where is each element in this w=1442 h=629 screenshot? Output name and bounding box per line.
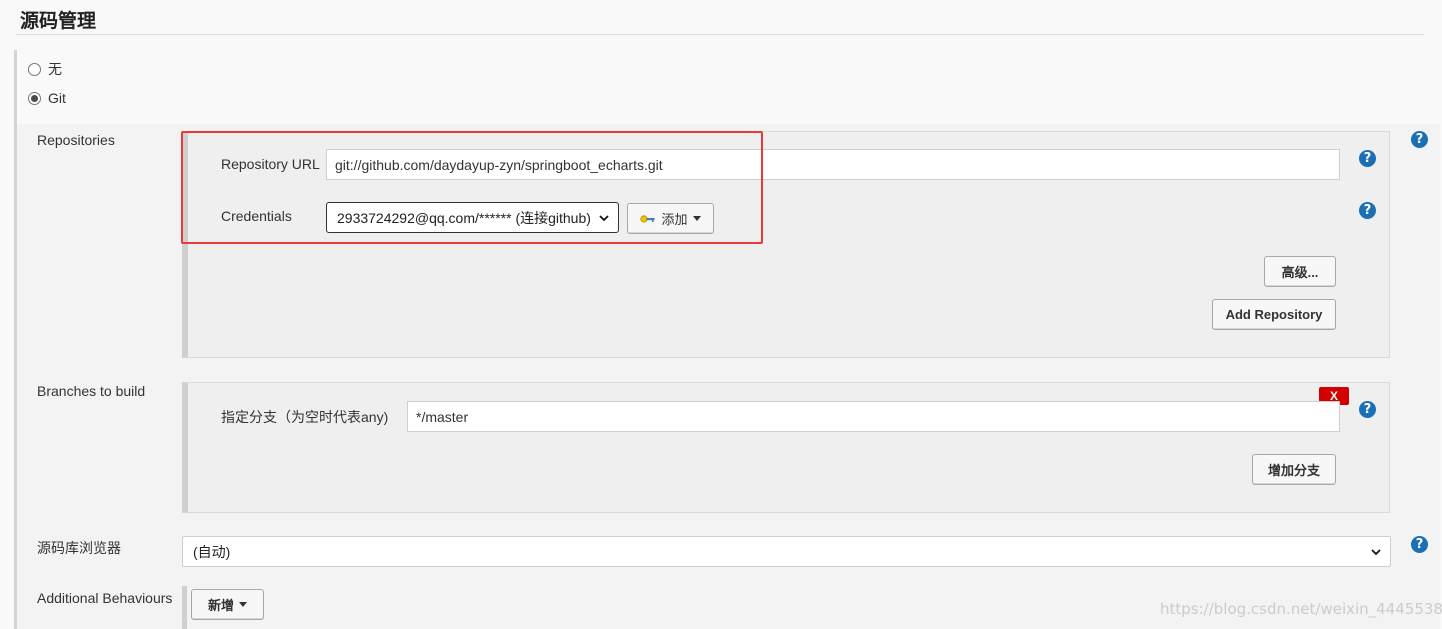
- repo-browser-value: (自动): [193, 543, 231, 560]
- advanced-button[interactable]: 高级...: [1264, 256, 1336, 287]
- add-behaviour-button[interactable]: 新增: [191, 589, 264, 620]
- branch-help-icon[interactable]: ?: [1359, 401, 1376, 418]
- add-branch-button[interactable]: 增加分支: [1252, 454, 1336, 485]
- radio-git[interactable]: [28, 91, 41, 105]
- annotation-highlight: [181, 131, 763, 244]
- radio-none[interactable]: [28, 62, 41, 76]
- watermark: https://blog.csdn.net/weixin_44455388: [1160, 600, 1442, 618]
- repositories-help-icon[interactable]: ?: [1411, 131, 1428, 148]
- branch-specifier-label: 指定分支（为空时代表any): [221, 409, 389, 425]
- repo-browser-help-icon[interactable]: ?: [1411, 536, 1428, 553]
- repo-browser-select[interactable]: (自动): [182, 536, 1391, 567]
- caret-down-icon: [239, 602, 247, 607]
- add-repository-button[interactable]: Add Repository: [1212, 299, 1336, 330]
- scm-option-none[interactable]: 无: [28, 59, 62, 79]
- repositories-label: Repositories: [37, 132, 115, 148]
- add-behaviour-label: 新增: [207, 598, 234, 613]
- branches-label: Branches to build: [37, 383, 146, 399]
- radio-none-label: 无: [48, 61, 62, 77]
- radio-git-label: Git: [48, 90, 66, 106]
- branch-specifier-input[interactable]: */master: [407, 401, 1340, 432]
- behaviours-indent-bar: [182, 586, 187, 629]
- additional-behaviours-label: Additional Behaviours: [37, 590, 173, 606]
- title-divider: [16, 34, 1424, 35]
- credentials-help-icon[interactable]: ?: [1359, 202, 1376, 219]
- repository-url-help-icon[interactable]: ?: [1359, 150, 1376, 167]
- scm-option-git[interactable]: Git: [28, 90, 66, 106]
- section-title: 源码管理: [20, 10, 97, 32]
- repo-browser-label: 源码库浏览器: [37, 540, 121, 556]
- chevron-down-icon: [1371, 548, 1381, 555]
